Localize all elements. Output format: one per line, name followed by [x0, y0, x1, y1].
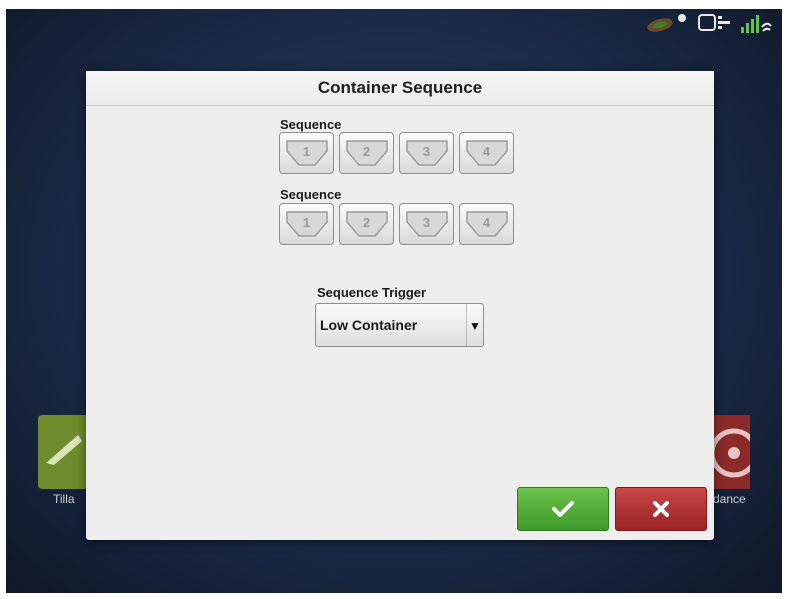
- implement-icon[interactable]: [644, 12, 690, 34]
- container-sequence-dialog: Container Sequence Sequence 1 2 3 4 Sequ…: [86, 71, 714, 540]
- container-number: 1: [302, 214, 311, 230]
- close-icon: [653, 501, 669, 517]
- dialog-title: Container Sequence: [317, 78, 483, 97]
- sequence-trigger-label: Sequence Trigger: [317, 285, 427, 300]
- sequence-2-container-1-button[interactable]: 1: [279, 203, 334, 245]
- sequence-2-container-4-button[interactable]: 4: [459, 203, 514, 245]
- tillage-tile-label: Tilla: [53, 492, 75, 506]
- container-number: 4: [482, 143, 491, 159]
- container-number: 1: [302, 143, 311, 159]
- sequence-1-container-4-button[interactable]: 4: [459, 132, 514, 174]
- container-number: 4: [482, 214, 491, 230]
- container-number: 3: [422, 143, 431, 159]
- guidance-tile-label: dance: [713, 492, 746, 506]
- container-number: 2: [362, 143, 371, 159]
- dialog-header: Container Sequence: [86, 71, 714, 106]
- sequence-row-2: 1 2 3 4: [279, 203, 514, 245]
- container-number: 3: [422, 214, 431, 230]
- sequence-2-container-3-button[interactable]: 3: [399, 203, 454, 245]
- tillage-icon: [46, 435, 82, 465]
- sequence-2-container-2-button[interactable]: 2: [339, 203, 394, 245]
- sequence-label-2: Sequence: [280, 187, 342, 202]
- sequence-label-1: Sequence: [280, 117, 342, 132]
- display-icon[interactable]: [698, 12, 732, 34]
- checkmark-icon: [552, 501, 574, 517]
- container-number: 2: [362, 214, 371, 230]
- ok-button[interactable]: [517, 487, 609, 531]
- sequence-1-container-1-button[interactable]: 1: [279, 132, 334, 174]
- sequence-1-container-2-button[interactable]: 2: [339, 132, 394, 174]
- sequence-trigger-dropdown[interactable]: Low Container ▼: [315, 303, 484, 347]
- cancel-button[interactable]: [615, 487, 707, 531]
- sequence-trigger-value: Low Container: [320, 317, 418, 333]
- gps-signal-icon[interactable]: [740, 11, 772, 35]
- dropdown-arrow-icon: ▼: [466, 304, 483, 346]
- status-bar: [644, 11, 772, 35]
- sequence-1-container-3-button[interactable]: 3: [399, 132, 454, 174]
- sequence-row-1: 1 2 3 4: [279, 132, 514, 174]
